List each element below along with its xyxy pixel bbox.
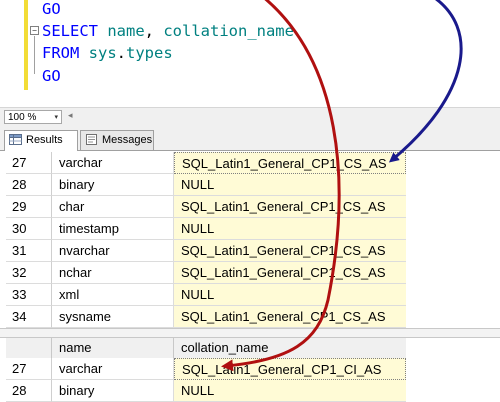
code-token: . [116, 44, 127, 62]
code-line: GO [42, 65, 61, 87]
cell-collation-name[interactable]: SQL_Latin1_General_CP1_CS_AS [174, 262, 406, 284]
cell-collation-name[interactable]: SQL_Latin1_General_CP1_CI_AS [174, 358, 406, 380]
row-number[interactable]: 28 [6, 380, 52, 402]
table-row[interactable]: 32 nchar SQL_Latin1_General_CP1_CS_AS [6, 262, 406, 284]
code-token: FROM [42, 44, 89, 62]
code-token: types [126, 44, 173, 62]
collapse-toggle-icon[interactable]: − [30, 26, 39, 35]
code-line: SELECT name, collation_name [42, 20, 294, 42]
outline-guide [34, 36, 35, 74]
row-number[interactable]: 32 [6, 262, 52, 284]
table-row[interactable]: 27 varchar SQL_Latin1_General_CP1_CI_AS [6, 358, 406, 380]
cell-name[interactable]: varchar [52, 152, 174, 174]
tab-results[interactable]: Results [4, 130, 78, 151]
table-row[interactable]: 28 binary NULL [6, 174, 406, 196]
code-line: FROM sys.types [42, 42, 173, 64]
code-token: sys [88, 44, 117, 62]
code-token: GO [42, 67, 61, 85]
tab-messages-label: Messages [102, 134, 153, 146]
row-number[interactable]: 28 [6, 174, 52, 196]
cell-name[interactable]: binary [52, 174, 174, 196]
row-number[interactable]: 27 [6, 358, 52, 380]
code-token: name [107, 22, 145, 40]
grid-icon [9, 134, 22, 145]
column-header-collation-name[interactable]: collation_name [174, 338, 406, 358]
cell-collation-name[interactable]: SQL_Latin1_General_CP1_CS_AS [174, 306, 406, 328]
sql-editor[interactable]: − GO SELECT name, collation_name FROM sys.… [0, 0, 500, 107]
row-number[interactable]: 30 [6, 218, 52, 240]
zoom-select[interactable]: 100 % ▾ [4, 110, 62, 124]
results-tabbar: Results Messages [0, 127, 500, 151]
row-number[interactable]: 34 [6, 306, 52, 328]
table-row[interactable]: 28 binary NULL [6, 380, 406, 402]
row-number[interactable]: 29 [6, 196, 52, 218]
cell-collation-name[interactable]: SQL_Latin1_General_CP1_CS_AS [174, 240, 406, 262]
zoom-bar: 100 % ▾ ◂ [0, 107, 500, 127]
zoom-value: 100 % [8, 112, 37, 123]
code-token: SELECT [42, 22, 108, 40]
cell-collation-name[interactable]: NULL [174, 380, 406, 402]
chevron-down-icon: ▾ [54, 114, 58, 121]
column-header-name[interactable]: name [52, 338, 174, 358]
row-number[interactable]: 33 [6, 284, 52, 306]
code-token: GO [42, 0, 61, 18]
cell-collation-name[interactable]: NULL [174, 174, 406, 196]
row-number[interactable]: 31 [6, 240, 52, 262]
grid-header: name collation_name [6, 338, 406, 359]
table-row[interactable]: 34 sysname SQL_Latin1_General_CP1_CS_AS [6, 306, 406, 328]
row-number[interactable]: 27 [6, 152, 52, 174]
cell-collation-name[interactable]: SQL_Latin1_General_CP1_CS_AS [174, 152, 406, 174]
tab-results-label: Results [26, 134, 63, 146]
table-row[interactable]: 29 char SQL_Latin1_General_CP1_CS_AS [6, 196, 406, 218]
messages-icon [86, 134, 97, 145]
code-token: , [144, 22, 164, 40]
results-splitter[interactable] [0, 328, 500, 338]
tab-messages[interactable]: Messages [80, 130, 154, 150]
scroll-left-icon[interactable]: ◂ [68, 110, 73, 121]
cell-name[interactable]: xml [52, 284, 174, 306]
cell-name[interactable]: sysname [52, 306, 174, 328]
table-row[interactable]: 33 xml NULL [6, 284, 406, 306]
cell-collation-name[interactable]: NULL [174, 284, 406, 306]
cell-name[interactable]: nchar [52, 262, 174, 284]
table-row[interactable]: 31 nvarchar SQL_Latin1_General_CP1_CS_AS [6, 240, 406, 262]
cell-name[interactable]: binary [52, 380, 174, 402]
cell-name[interactable]: varchar [52, 358, 174, 380]
cell-name[interactable]: char [52, 196, 174, 218]
cell-collation-name[interactable]: NULL [174, 218, 406, 240]
cell-name[interactable]: nvarchar [52, 240, 174, 262]
code-token: collation_name [163, 22, 294, 40]
code-line: GO [42, 0, 61, 20]
cell-name[interactable]: timestamp [52, 218, 174, 240]
table-row[interactable]: 30 timestamp NULL [6, 218, 406, 240]
results-empty-area [406, 151, 500, 400]
row-header-corner [6, 338, 52, 358]
cell-collation-name[interactable]: SQL_Latin1_General_CP1_CS_AS [174, 196, 406, 218]
table-row[interactable]: 27 varchar SQL_Latin1_General_CP1_CS_AS [6, 152, 406, 174]
change-margin [24, 0, 28, 90]
